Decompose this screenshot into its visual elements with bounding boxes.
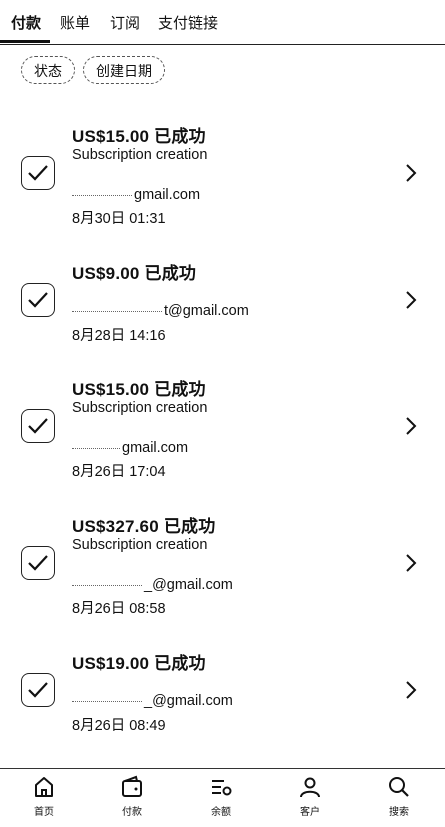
payment-row[interactable]: US$327.60 已成功 Subscription creation _@gm… [0,508,445,618]
active-tab-indicator [0,40,50,43]
payment-email: gmail.com [122,440,189,456]
redacted-email [72,700,142,702]
check-icon [28,165,48,181]
chevron-right-icon [406,164,417,182]
payment-date: 8月26日 08:49 [72,718,166,734]
payment-row[interactable]: US$15.00 已成功 Subscription creation gmail… [0,118,445,228]
payment-status: 已成功 [163,517,216,536]
home-icon [35,777,53,797]
payment-row[interactable]: US$19.00 已成功 _@gmail.com 8月26日 08:49 [0,645,445,745]
payment-email: _@gmail.com [144,693,233,709]
payment-row[interactable]: US$15.00 已成功 Subscription creation gmail… [0,371,445,481]
payment-amount: US$19.00 [72,654,150,673]
payment-email: t@gmail.com [164,303,249,319]
tab-payment-links[interactable]: 支付链接 [158,12,218,33]
payment-description: Subscription creation [72,147,208,163]
checkbox[interactable] [21,283,55,317]
tab-subscriptions[interactable]: 订阅 [110,12,140,33]
user-icon [300,777,320,798]
nav-search[interactable]: 搜索 [369,775,429,818]
payment-status: 已成功 [154,654,206,673]
payment-date: 8月28日 14:16 [72,328,166,344]
nav-customers[interactable]: 客户 [280,775,340,818]
created-date-filter-chip[interactable]: 创建日期 [83,56,165,84]
tab-payments[interactable]: 付款 [11,12,41,33]
redacted-email [72,194,132,196]
nav-balance[interactable]: 余额 [191,775,251,818]
checkbox[interactable] [21,156,55,190]
payment-date: 8月30日 01:31 [72,211,166,227]
nav-customers-label: 客户 [300,807,320,818]
check-icon [28,418,48,434]
payment-date: 8月26日 08:58 [72,601,166,617]
payment-email: gmail.com [134,187,201,203]
nav-home[interactable]: 首页 [14,775,74,818]
payment-status: 已成功 [154,127,206,146]
nav-home-label: 首页 [34,807,54,818]
payment-date: 8月26日 17:04 [72,464,166,480]
status-filter-chip[interactable]: 状态 [21,56,75,84]
top-tabs: 付款 账单 订阅 支付链接 [0,0,445,45]
payment-row[interactable]: US$9.00 已成功 t@gmail.com 8月28日 14:16 [0,255,445,355]
redacted-email [72,447,120,449]
payment-amount: US$9.00 [72,264,140,283]
wallet-icon [122,775,142,797]
payment-status: 已成功 [154,380,206,399]
chevron-right-icon [406,291,417,309]
bottom-nav: 首页 付款 余额 客户 搜索 [0,768,445,827]
nav-payments-label: 付款 [122,807,142,818]
check-icon [28,292,48,308]
search-icon [389,777,409,797]
payment-amount: US$15.00 [72,127,150,146]
payment-description: Subscription creation [72,400,208,416]
checkbox[interactable] [21,546,55,580]
chevron-right-icon [406,554,417,572]
check-icon [28,682,48,698]
checkbox[interactable] [21,673,55,707]
nav-balance-label: 余额 [211,807,231,818]
nav-search-label: 搜索 [389,807,409,818]
status-filter-label: 状态 [34,63,62,79]
nav-payments[interactable]: 付款 [102,775,162,818]
payment-status: 已成功 [144,264,197,283]
redacted-email [72,584,142,586]
balance-icon [212,780,232,796]
checkbox[interactable] [21,409,55,443]
created-date-filter-label: 创建日期 [96,63,152,79]
payment-amount: US$327.60 [72,517,159,536]
chevron-right-icon [406,417,417,435]
redacted-email [72,310,162,312]
payment-description: Subscription creation [72,537,208,553]
check-icon [28,555,48,571]
chevron-right-icon [406,681,417,699]
payment-amount: US$15.00 [72,380,150,399]
payment-email: _@gmail.com [144,577,233,593]
tab-invoices[interactable]: 账单 [60,12,90,33]
